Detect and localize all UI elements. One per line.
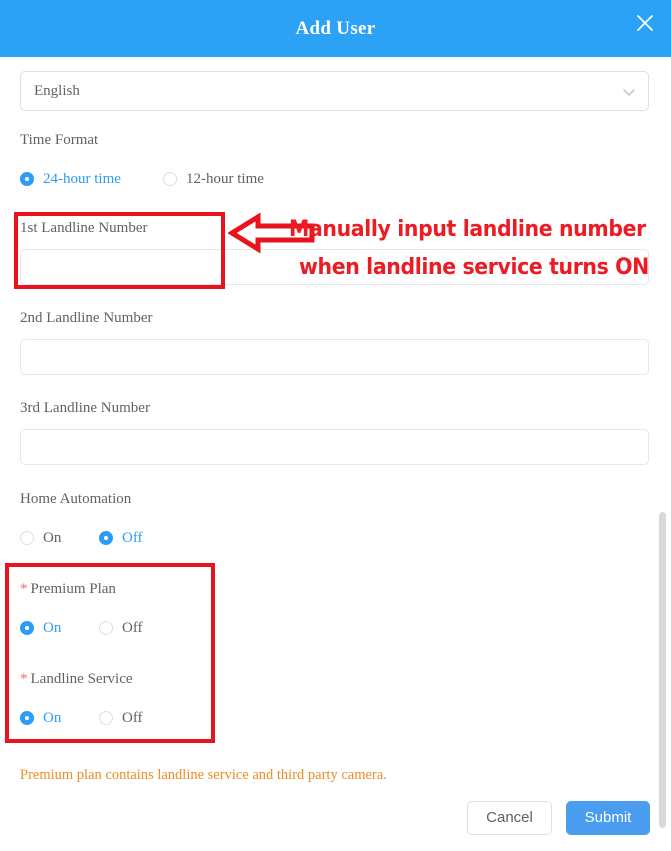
radio-12-hour-time[interactable]: 12-hour time: [163, 169, 264, 189]
radio-label: 24-hour time: [43, 170, 121, 187]
landline-service-label-text: Landline Service: [30, 671, 133, 687]
radio-landline-service-on[interactable]: On: [20, 708, 61, 728]
home-automation-radio-group: On Off: [20, 528, 260, 548]
radio-premium-plan-on[interactable]: On: [20, 618, 61, 638]
landline-service-radio-group: On Off: [20, 708, 260, 728]
radio-dot-icon: [163, 172, 177, 186]
radio-dot-icon: [99, 531, 113, 545]
home-automation-label: Home Automation: [20, 491, 132, 507]
language-select[interactable]: English: [20, 71, 649, 111]
cancel-button[interactable]: Cancel: [467, 801, 552, 835]
landline-3-input[interactable]: [20, 429, 649, 465]
radio-label: Off: [122, 709, 143, 726]
required-asterisk: *: [20, 581, 28, 597]
radio-label: On: [43, 619, 62, 636]
radio-label: On: [43, 529, 62, 546]
premium-plan-radio-group: On Off: [20, 618, 260, 638]
radio-dot-icon: [99, 621, 113, 635]
radio-label: Off: [122, 529, 143, 546]
scrollbar-track[interactable]: [659, 57, 669, 828]
radio-label: Off: [122, 619, 143, 636]
premium-plan-hint: Premium plan contains landline service a…: [20, 767, 387, 783]
landline-1-input[interactable]: [20, 249, 649, 285]
radio-dot-icon: [20, 711, 34, 725]
radio-premium-plan-off[interactable]: Off: [99, 618, 143, 638]
landline-2-input[interactable]: [20, 339, 649, 375]
close-icon[interactable]: [633, 11, 657, 35]
radio-dot-icon: [20, 172, 34, 186]
landline-1-label: 1st Landline Number: [20, 220, 148, 236]
submit-button[interactable]: Submit: [566, 801, 650, 835]
radio-landline-service-off[interactable]: Off: [99, 708, 143, 728]
radio-dot-icon: [20, 621, 34, 635]
scrollbar-thumb[interactable]: [659, 512, 666, 828]
radio-home-automation-on[interactable]: On: [20, 528, 61, 548]
landline-3-label: 3rd Landline Number: [20, 400, 150, 416]
radio-label: On: [43, 709, 62, 726]
premium-plan-label: * Premium Plan: [20, 580, 116, 598]
landline-service-label: * Landline Service: [20, 670, 133, 688]
radio-dot-icon: [99, 711, 113, 725]
radio-home-automation-off[interactable]: Off: [99, 528, 143, 548]
landline-2-label: 2nd Landline Number: [20, 310, 153, 326]
time-format-label: Time Format: [20, 132, 99, 148]
modal-header: Add User: [0, 0, 671, 57]
required-asterisk: *: [20, 671, 28, 687]
modal-body: English Time Format 24-hour time 12-hour…: [0, 57, 671, 788]
radio-label: 12-hour time: [186, 170, 264, 187]
chevron-down-icon: [621, 85, 637, 99]
time-format-radio-group: 24-hour time 12-hour time: [20, 169, 320, 189]
radio-dot-icon: [20, 531, 34, 545]
page-title: Add User: [295, 18, 376, 39]
radio-24-hour-time[interactable]: 24-hour time: [20, 169, 121, 189]
premium-plan-label-text: Premium Plan: [30, 581, 116, 597]
language-select-value: English: [34, 83, 80, 99]
